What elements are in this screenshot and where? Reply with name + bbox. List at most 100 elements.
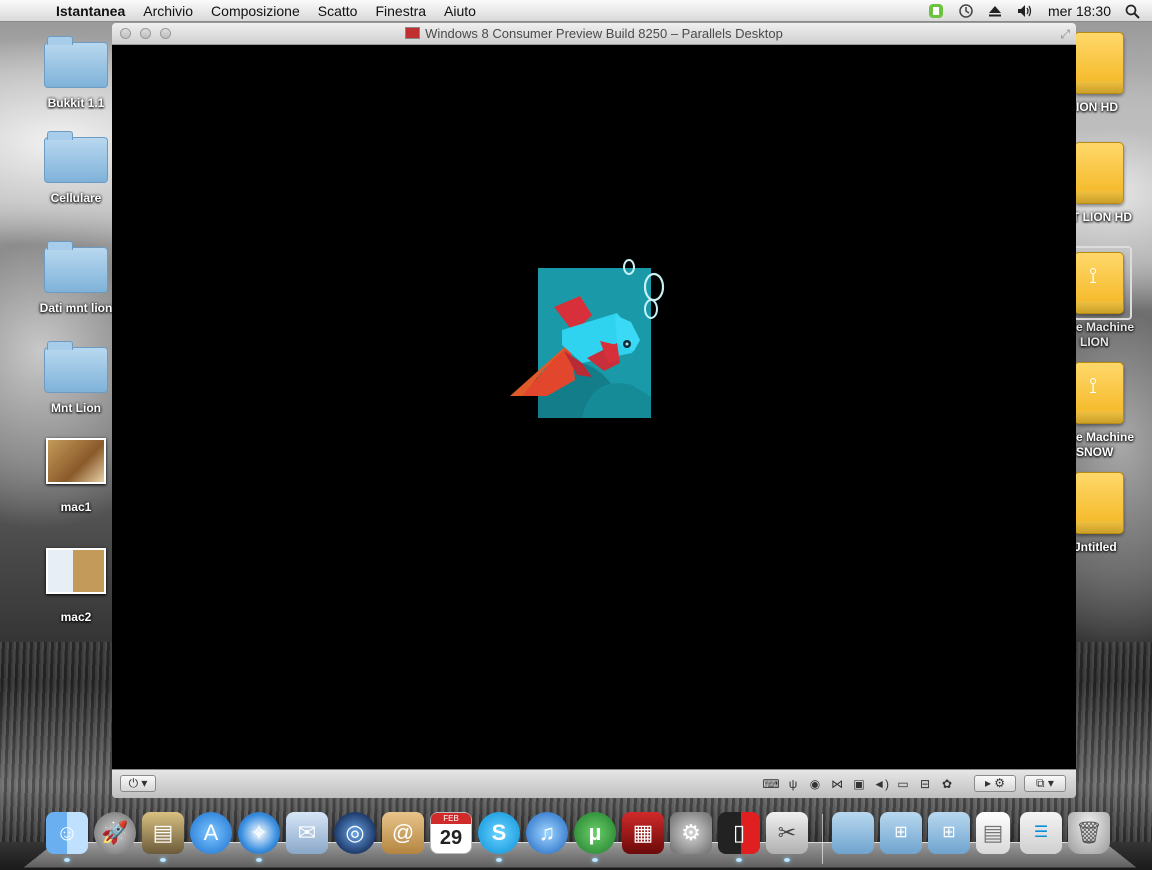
menu-bar: Istantanea Archivio Composizione Scatto … [0,0,1152,22]
usb-icon: ⟟ [1089,373,1098,398]
parallels-vm-window: Windows 8 Consumer Preview Build 8250 – … [112,23,1076,798]
vm-status-bar: ⏻ ▾ ⌨ ψ ◉ ⋈ ▣ ◄) ▭ ⊟ ✿ ▸ ⚙ ⧉ ▾ [112,769,1076,798]
config-button[interactable]: ▸ ⚙ [974,775,1016,792]
desktop-drive-lion-hd[interactable] [1074,32,1124,94]
desktop-drive-time-machine-snow[interactable]: ⟟ [1074,362,1124,424]
dock-itunes[interactable]: ♫ [526,812,568,854]
window-title-text: Windows 8 Consumer Preview Build 8250 – … [425,26,783,41]
desktop-icon-label: Cellulare [50,191,102,205]
dock-utorrent[interactable]: µ [574,812,616,854]
menu-composizione[interactable]: Composizione [202,0,309,22]
image-thumbnail-icon [46,438,106,484]
running-indicator [592,858,598,862]
dock-ical[interactable]: FEB 29 [430,812,472,854]
dock-parallels[interactable]: ▯ [718,812,760,854]
volume-icon[interactable] [1009,3,1041,19]
folder-icon [44,36,108,88]
gear-icon: ▸ ⚙ [984,776,1006,790]
usb-icon[interactable]: ψ [784,775,802,793]
dock-screenshot[interactable]: ✂ [766,812,808,854]
dock-skype[interactable]: S [478,812,520,854]
dock-system-preferences[interactable]: ⚙ [670,812,712,854]
desktop-drive-label-line2: SNOW [1076,445,1114,459]
spotlight-icon[interactable] [1118,4,1152,19]
dock-finder[interactable]: ☺ [46,812,88,854]
desktop-drive-label: e Machine [1076,430,1135,444]
time-machine-icon[interactable] [951,3,981,19]
window-title-bar[interactable]: Windows 8 Consumer Preview Build 8250 – … [112,23,1076,45]
desktop-drive-mnt-lion-hd[interactable] [1074,142,1124,204]
view-mode-icon: ⧉ ▾ [1036,776,1054,790]
dock-document[interactable]: ▤ [976,812,1010,854]
ical-day: 29 [439,827,463,849]
image-thumbnail-icon [46,548,106,594]
dock-windows-folder-2[interactable]: ⊞ [928,812,970,854]
evernote-icon[interactable] [921,3,951,19]
desktop-folder-dati-mnt-lion[interactable]: Dati mnt lion [26,241,126,315]
desktop-drive-label: e Machine [1076,320,1135,334]
shared-folder-icon[interactable]: ⊟ [916,775,934,793]
folder-icon [44,131,108,183]
dock-skype-window[interactable]: ☰ [1020,812,1062,854]
running-indicator [160,858,166,862]
hdd-icon[interactable]: ▭ [894,775,912,793]
dock-folder[interactable] [832,812,874,854]
folder-icon [44,341,108,393]
running-indicator [64,858,70,862]
dock-app-store[interactable]: A [190,812,232,854]
menu-clock[interactable]: mer 18:30 [1041,0,1118,22]
desktop-icon-label: mac1 [60,500,92,514]
desktop-icon-label: Dati mnt lion [39,301,113,315]
menu-finestra[interactable]: Finestra [366,0,435,22]
dock-trash[interactable]: 🗑 [1068,812,1110,854]
fullscreen-icon[interactable]: ⤢ [1060,27,1070,42]
keyboard-icon[interactable]: ⌨ [762,775,780,793]
running-indicator [736,858,742,862]
desktop-icon-label: mac2 [60,610,92,624]
desktop-icon-label: Mnt Lion [51,401,101,415]
running-indicator [784,858,790,862]
menu-scatto[interactable]: Scatto [309,0,367,22]
desktop-folder-bukkit[interactable]: Bukkit 1.1 [26,36,126,110]
cd-icon[interactable]: ◉ [806,775,824,793]
menu-app-name[interactable]: Istantanea [56,0,134,22]
menu-archivio[interactable]: Archivio [134,0,202,22]
floppy-icon[interactable]: ▣ [850,775,868,793]
dock-windows-folder[interactable]: ⊞ [880,812,922,854]
dock: ☺ 🚀 ▤ A ✧ ✉ ◎ @ FEB 29 S ♫ µ ▦ ⚙ ▯ ✂ ⊞ ⊞… [23,806,1137,870]
power-menu-button[interactable]: ⏻ ▾ [120,775,156,792]
desktop-folder-cellulare[interactable]: Cellulare [26,131,126,205]
device-icons: ⌨ ψ ◉ ⋈ ▣ ◄) ▭ ⊟ ✿ [762,775,956,793]
eject-icon[interactable] [981,4,1009,18]
sound-icon[interactable]: ◄) [872,775,890,793]
desktop-drive-label-line2: LION [1080,335,1109,349]
window-title: Windows 8 Consumer Preview Build 8250 – … [112,23,1076,45]
dock-separator [822,814,823,864]
vm-monitor-icon [405,27,421,39]
windows8-fish-boot-logo [510,259,665,418]
printer-icon[interactable]: ✿ [938,775,956,793]
desktop-image-mac2[interactable]: mac2 [26,548,126,624]
menu-aiuto[interactable]: Aiuto [435,0,485,22]
desktop-folder-mnt-lion[interactable]: Mnt Lion [26,341,126,415]
desktop-drive-label: ION HD [1076,100,1118,114]
desktop-drive-untitled[interactable] [1074,472,1124,534]
dock-facetime[interactable]: ◎ [334,812,376,854]
desktop-drive-time-machine-lion[interactable]: ⟟ [1074,252,1124,314]
folder-icon [44,241,108,293]
dock-image-capture[interactable]: ▤ [142,812,184,854]
view-mode-button[interactable]: ⧉ ▾ [1024,775,1066,792]
desktop-icon-label: Bukkit 1.1 [47,96,105,110]
power-icon: ⏻ ▾ [128,776,148,790]
dock-launchpad[interactable]: 🚀 [94,812,136,854]
desktop-drive-label: Jntitled [1074,540,1117,554]
usb-icon: ⟟ [1089,263,1098,288]
dock-safari[interactable]: ✧ [238,812,280,854]
dock-mail[interactable]: ✉ [286,812,328,854]
desktop-image-mac1[interactable]: mac1 [26,438,126,514]
running-indicator [256,858,262,862]
network-icon[interactable]: ⋈ [828,775,846,793]
dock-address-book[interactable]: @ [382,812,424,854]
dock-photo-booth[interactable]: ▦ [622,812,664,854]
vm-screen[interactable] [112,45,1076,769]
